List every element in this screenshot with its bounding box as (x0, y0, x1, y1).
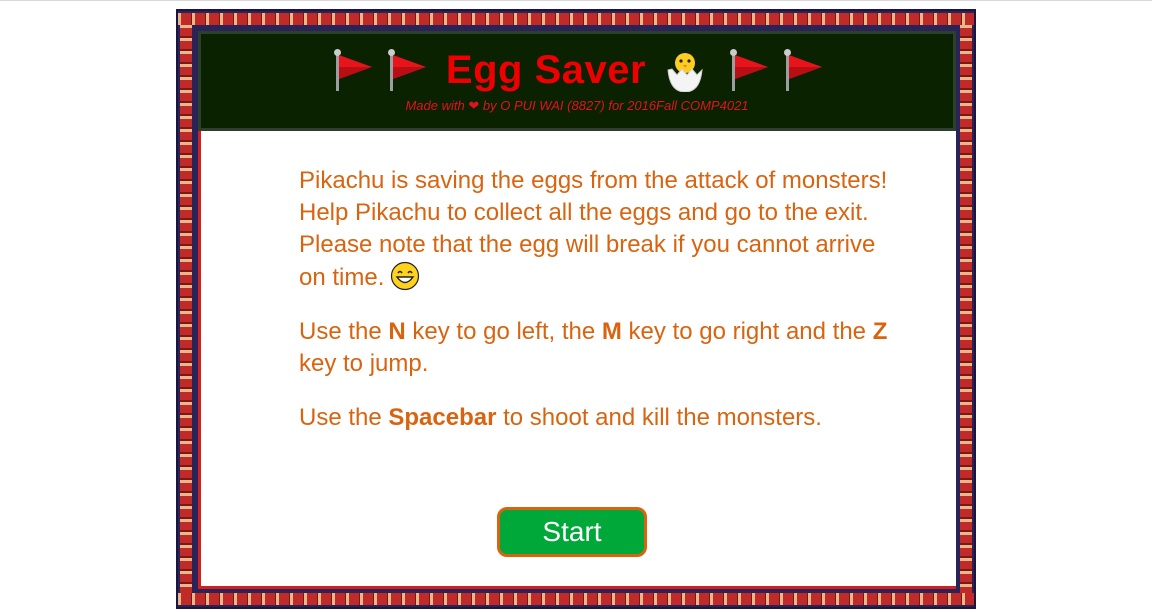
brick-border-right (960, 25, 972, 593)
red-flag-icon (330, 47, 374, 93)
instructions-paragraph-movement: Use the N key to go left, the M key to g… (299, 316, 899, 380)
key-left: N (388, 318, 406, 345)
brick-border-top (178, 13, 974, 25)
credit-line: Made with ❤ by O PUI WAI (8827) for 2016… (201, 98, 953, 114)
instructions-paragraph-story: Pikachu is saving the eggs from the atta… (299, 165, 899, 294)
key-jump: Z (872, 318, 888, 345)
game-title: Egg Saver (445, 47, 647, 92)
movement-text-2: key to go left, the (405, 318, 602, 345)
instructions-panel: Pikachu is saving the eggs from the atta… (198, 131, 956, 589)
key-shoot: Spacebar (388, 404, 497, 431)
red-flag-icon (726, 47, 770, 93)
page-top-rule (0, 0, 1152, 1)
movement-text-4: key to jump. (299, 350, 429, 377)
instructions-paragraph-shoot: Use the Spacebar to shoot and kill the m… (299, 402, 899, 434)
story-text: Pikachu is saving the eggs from the atta… (299, 167, 888, 291)
credit-prefix: Made with (405, 98, 465, 113)
red-flag-icon (780, 47, 824, 93)
start-button[interactable]: Start (497, 507, 647, 557)
heart-icon: ❤ (468, 98, 480, 113)
shoot-text-1: Use the (299, 404, 389, 431)
key-right: M (601, 318, 622, 345)
hatching-chick-icon (664, 48, 706, 93)
brick-border-left (180, 25, 192, 593)
movement-text-3: key to go right and the (621, 318, 873, 345)
credit-suffix: by O PUI WAI (8827) for 2016Fall COMP402… (482, 98, 749, 113)
brick-border-bottom (178, 593, 974, 605)
movement-text-1: Use the (299, 318, 389, 345)
title-row: Egg Saver (201, 42, 953, 98)
red-flag-icon (384, 47, 428, 93)
game-frame: Egg Saver Made with ❤ by O PUI WAI (8827… (176, 9, 976, 609)
grinning-face-icon (390, 261, 420, 291)
shoot-text-2: to shoot and kill the monsters. (496, 404, 822, 431)
game-header: Egg Saver Made with ❤ by O PUI WAI (8827… (198, 31, 956, 131)
instructions-text: Pikachu is saving the eggs from the atta… (299, 165, 899, 456)
